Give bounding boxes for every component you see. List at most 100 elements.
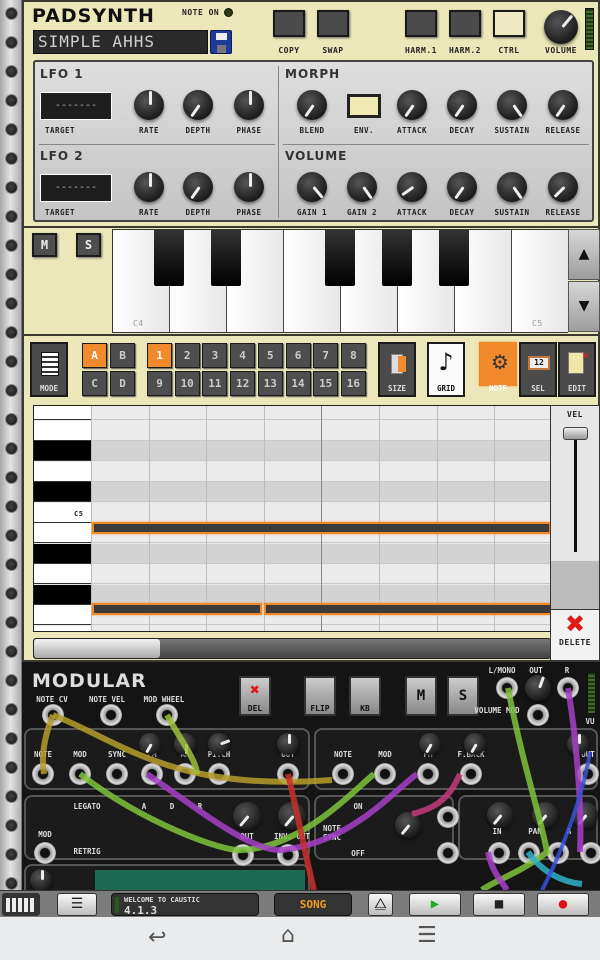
- roll-piano-key[interactable]: [34, 482, 91, 502]
- preset-name-display[interactable]: SIMPLE AHHS: [33, 30, 208, 54]
- harm2-button[interactable]: [449, 10, 481, 37]
- midi-note[interactable]: [264, 603, 550, 615]
- morph-decay-knob[interactable]: [447, 90, 477, 120]
- step-button-7[interactable]: 7: [313, 343, 339, 368]
- step-button-3[interactable]: 3: [202, 343, 228, 368]
- volume-attack-knob[interactable]: [397, 172, 427, 202]
- step-button-2[interactable]: 2: [174, 343, 200, 368]
- morph-sustain-knob[interactable]: [497, 90, 527, 120]
- sel-button[interactable]: SEL 12: [519, 342, 557, 397]
- roll-piano-key[interactable]: [34, 584, 91, 605]
- home-icon[interactable]: ⌂: [281, 923, 295, 948]
- volume-release-knob[interactable]: [548, 172, 578, 202]
- metronome-button[interactable]: ⧋: [368, 893, 393, 916]
- step-button-4[interactable]: 4: [230, 343, 256, 368]
- roll-scroll-thumb[interactable]: [34, 639, 160, 658]
- step-button-6[interactable]: 6: [285, 343, 311, 368]
- stop-button[interactable]: ■: [473, 893, 525, 916]
- lfo2-depth-knob[interactable]: [183, 172, 213, 202]
- gain2-knob[interactable]: [347, 172, 377, 202]
- roll-piano-key[interactable]: [34, 441, 91, 461]
- velocity-slider-track[interactable]: [574, 434, 577, 552]
- lfo1-target-display[interactable]: -------: [40, 92, 112, 120]
- grid-button[interactable]: GRID ♪: [427, 342, 465, 397]
- roll-piano-key[interactable]: [34, 420, 91, 441]
- black-key[interactable]: [325, 230, 355, 286]
- rack-view-button[interactable]: [2, 893, 40, 916]
- morph-attack-knob[interactable]: [397, 90, 427, 120]
- morph-release-knob[interactable]: [548, 90, 578, 120]
- step-button-9[interactable]: 9: [147, 371, 172, 396]
- white-key[interactable]: C5: [512, 230, 569, 332]
- pattern-button-c[interactable]: C: [82, 371, 107, 396]
- roll-piano-key[interactable]: [34, 605, 91, 625]
- step-button-10[interactable]: 10: [174, 371, 200, 396]
- midi-note[interactable]: [92, 522, 550, 534]
- lfo1-rate-knob[interactable]: [134, 90, 164, 120]
- roll-piano-key[interactable]: [34, 625, 91, 631]
- harm1-button[interactable]: [405, 10, 437, 37]
- step-button-11[interactable]: 11: [202, 371, 228, 396]
- rack-screw-hole: [6, 66, 17, 77]
- step-button-15[interactable]: 15: [313, 371, 339, 396]
- octave-down-button[interactable]: ▼: [568, 281, 600, 332]
- ctrl-label: CTRL: [498, 46, 520, 55]
- piano-roll[interactable]: C5: [33, 405, 551, 632]
- mode-button[interactable]: MODE: [30, 342, 68, 397]
- size-button[interactable]: SIZE: [378, 342, 416, 397]
- volume-sustain-knob[interactable]: [497, 172, 527, 202]
- lfo2-title: LFO 2: [40, 149, 84, 163]
- step-button-13[interactable]: 13: [257, 371, 283, 396]
- back-icon[interactable]: ↩: [148, 925, 166, 950]
- roll-scrollbar[interactable]: [33, 638, 551, 659]
- octave-up-button[interactable]: ▲: [568, 229, 600, 280]
- record-button[interactable]: ●: [537, 893, 589, 916]
- play-button[interactable]: ▶: [409, 893, 461, 916]
- step-button-8[interactable]: 8: [340, 343, 366, 368]
- morph-env-toggle[interactable]: [347, 94, 381, 118]
- black-key[interactable]: [154, 230, 184, 286]
- midi-note[interactable]: [92, 603, 262, 615]
- black-key[interactable]: [211, 230, 241, 286]
- volume-knob[interactable]: [544, 10, 578, 44]
- rack-screw-hole: [6, 327, 17, 338]
- volume-decay-knob[interactable]: [447, 172, 477, 202]
- lfo2-target-display[interactable]: -------: [40, 174, 112, 202]
- copy-button[interactable]: [273, 10, 305, 37]
- step-button-14[interactable]: 14: [285, 371, 311, 396]
- morph-blend-knob[interactable]: [297, 90, 327, 120]
- roll-piano-key[interactable]: [34, 406, 91, 420]
- roll-piano-key[interactable]: [34, 543, 91, 564]
- step-button-5[interactable]: 5: [257, 343, 283, 368]
- pattern-button-d[interactable]: D: [110, 371, 135, 396]
- morph-title: MORPH: [285, 67, 341, 81]
- lfo2-rate-knob[interactable]: [134, 172, 164, 202]
- black-key[interactable]: [382, 230, 412, 286]
- roll-piano-key[interactable]: [34, 523, 91, 543]
- solo-button[interactable]: S: [76, 233, 101, 257]
- mute-button[interactable]: M: [32, 233, 57, 257]
- save-preset-icon[interactable]: [210, 30, 232, 54]
- black-key[interactable]: [439, 230, 469, 286]
- roll-piano-key[interactable]: [34, 461, 91, 482]
- lfo1-phase-knob[interactable]: [234, 90, 264, 120]
- pattern-button-b[interactable]: B: [110, 343, 135, 368]
- edit-button[interactable]: EDIT ✕: [558, 342, 596, 397]
- step-button-1[interactable]: 1: [147, 343, 172, 368]
- step-button-12[interactable]: 12: [230, 371, 256, 396]
- note-button[interactable]: NOTE ⚙: [479, 342, 517, 393]
- recent-apps-icon[interactable]: ☰: [417, 923, 437, 948]
- swap-button[interactable]: [317, 10, 349, 37]
- roll-piano-key[interactable]: [34, 564, 91, 584]
- delete-button[interactable]: ✖ DELETE: [550, 609, 600, 661]
- lfo2-phase-knob[interactable]: [234, 172, 264, 202]
- ctrl-button[interactable]: [493, 10, 525, 37]
- song-button[interactable]: SONG: [274, 893, 352, 916]
- menu-button[interactable]: ☰: [57, 893, 97, 916]
- step-button-16[interactable]: 16: [340, 371, 366, 396]
- lfo1-depth-knob[interactable]: [183, 90, 213, 120]
- gain1-knob[interactable]: [297, 172, 327, 202]
- pattern-button-a[interactable]: A: [82, 343, 107, 368]
- piano-keyboard[interactable]: C4 C5: [112, 229, 569, 333]
- velocity-slider-handle[interactable]: [563, 427, 588, 440]
